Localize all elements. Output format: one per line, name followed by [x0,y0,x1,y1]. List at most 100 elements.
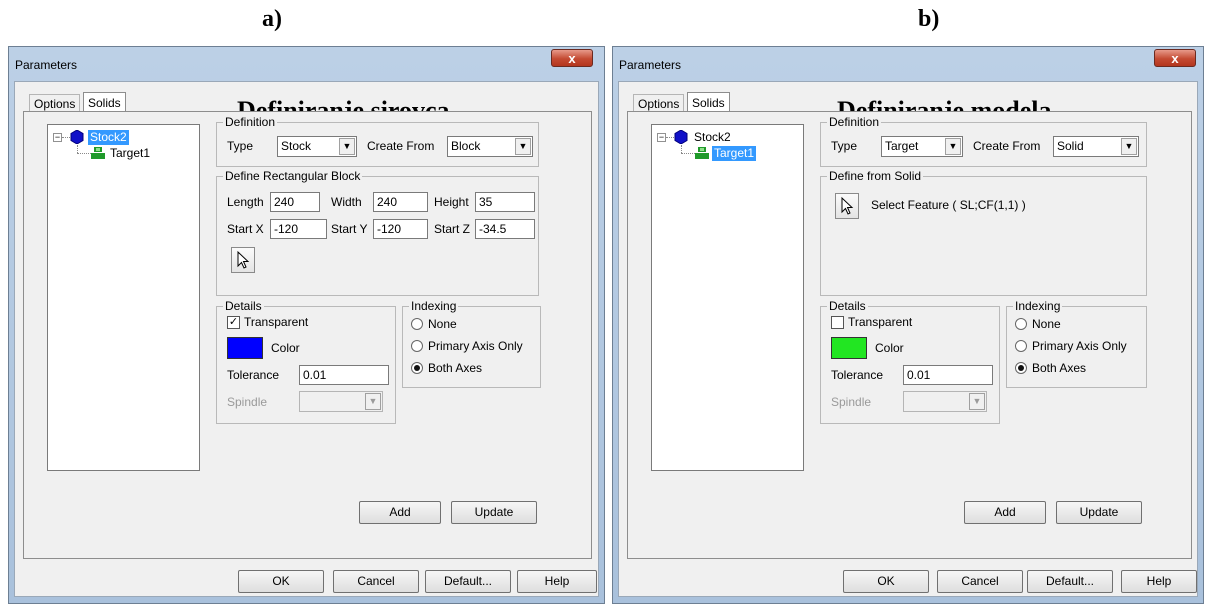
transparent-checkbox[interactable] [831,316,844,329]
radio-none-label: None [428,317,457,331]
height-input[interactable]: 35 [475,192,535,212]
update-button[interactable]: Update [451,501,537,524]
help-button[interactable]: Help [517,570,597,593]
details-group-label: Details [827,299,868,313]
radio-both-axes-label: Both Axes [1032,361,1087,375]
tree-node-target1[interactable]: Target1 [108,146,152,161]
help-button[interactable]: Help [1121,570,1197,593]
start-z-input[interactable]: -34.5 [475,219,535,239]
select-pointer-button[interactable] [231,247,255,273]
add-button[interactable]: Add [964,501,1046,524]
stock-solid-icon [674,130,688,144]
select-feature-button[interactable] [835,193,859,219]
tree-line [77,153,91,154]
color-label: Color [271,341,300,355]
indexing-group-label: Indexing [409,299,459,313]
create-from-select[interactable]: Solid ▼ [1053,136,1139,157]
radio-none[interactable] [1015,318,1027,330]
radio-none-label: None [1032,317,1061,331]
tab-solids[interactable]: Solids [687,92,730,112]
tree-node-target1[interactable]: Target1 [712,146,757,161]
details-group: Details Transparent Color Tolerance 0.01… [820,299,1000,424]
solids-panel: − Stock2 Target1 Definition Type Target … [627,111,1192,559]
close-button[interactable]: x [551,49,593,67]
details-group: Details ✓ Transparent Color Tolerance 0.… [216,299,396,424]
radio-primary-axis-only[interactable] [411,340,423,352]
define-from-solid-group: Define from Solid Select Feature ( SL;CF… [820,169,1147,296]
title-bar[interactable]: Parameters x [613,47,1203,81]
default-button[interactable]: Default... [1027,570,1113,593]
tree-line [62,137,70,138]
cancel-button[interactable]: Cancel [937,570,1023,593]
start-y-label: Start Y [331,222,368,236]
create-from-label: Create From [973,139,1041,153]
type-value: Stock [281,139,312,153]
close-button[interactable]: x [1154,49,1196,67]
radio-both-axes-label: Both Axes [428,361,483,375]
type-label: Type [227,139,254,153]
radio-primary-axis-only-label: Primary Axis Only [1032,339,1127,353]
window-title: Parameters [15,58,78,72]
start-x-input[interactable]: -120 [270,219,327,239]
spindle-select[interactable]: ▼ [299,391,383,412]
create-from-select[interactable]: Block ▼ [447,136,533,157]
definition-group-label: Definition [827,115,882,129]
cursor-arrow-icon [237,250,250,269]
collapse-icon[interactable]: − [53,133,62,142]
create-from-value: Block [451,139,481,153]
cancel-button[interactable]: Cancel [333,570,419,593]
block-group-label: Define Rectangular Block [223,169,363,183]
collapse-icon[interactable]: − [657,133,666,142]
chevron-down-icon: ▼ [365,393,381,410]
tolerance-input[interactable]: 0.01 [299,365,389,385]
color-label: Color [875,341,904,355]
parameters-dialog-b: Parameters x Options Solids Definiranje … [612,46,1204,604]
definition-group: Definition Type Target ▼ Create From Sol… [820,115,1147,167]
add-button[interactable]: Add [359,501,441,524]
window-title: Parameters [619,58,682,72]
solid-group-label: Define from Solid [827,169,924,183]
width-input[interactable]: 240 [373,192,428,212]
radio-none[interactable] [411,318,423,330]
radio-both-axes[interactable] [411,362,423,374]
spindle-select[interactable]: ▼ [903,391,987,412]
tab-solids[interactable]: Solids [83,92,126,112]
tree-line [666,137,674,138]
default-button[interactable]: Default... [425,570,511,593]
radio-primary-axis-only[interactable] [1015,340,1027,352]
tolerance-label: Tolerance [831,368,884,382]
tolerance-input[interactable]: 0.01 [903,365,993,385]
title-bar[interactable]: Parameters x [9,47,604,81]
select-feature-label: Select Feature ( SL;CF(1,1) ) [871,198,1026,212]
color-swatch[interactable] [831,337,867,359]
start-x-label: Start X [227,222,264,236]
close-icon: x [568,51,576,66]
dialog-client: Options Solids Definiranje modela − Stoc… [618,81,1198,597]
tab-options[interactable]: Options [633,94,685,112]
tab-options[interactable]: Options [29,94,81,112]
transparent-checkbox[interactable]: ✓ [227,316,240,329]
create-from-label: Create From [367,139,435,153]
length-input[interactable]: 240 [270,192,320,212]
close-icon: x [1171,51,1179,66]
radio-both-axes[interactable] [1015,362,1027,374]
tree-node-stock2[interactable]: Stock2 [88,130,129,145]
length-label: Length [227,195,264,209]
type-select[interactable]: Target ▼ [881,136,963,157]
type-select[interactable]: Stock ▼ [277,136,357,157]
update-button[interactable]: Update [1056,501,1142,524]
dialog-client: Options Solids Definiranje sirovca − Sto… [14,81,599,597]
ok-button[interactable]: OK [843,570,929,593]
radio-primary-axis-only-label: Primary Axis Only [428,339,523,353]
start-y-input[interactable]: -120 [373,219,428,239]
chevron-down-icon: ▼ [969,393,985,410]
chevron-down-icon: ▼ [515,138,531,155]
ok-button[interactable]: OK [238,570,324,593]
cursor-arrow-icon [841,196,854,215]
color-swatch[interactable] [227,337,263,359]
tree-node-stock2[interactable]: Stock2 [692,130,733,145]
definition-group: Definition Type Stock ▼ Create From Bloc… [216,115,539,167]
solids-tree[interactable]: − Stock2 Target1 [651,124,804,471]
solids-tree[interactable]: − Stock2 Target1 [47,124,200,471]
spindle-label: Spindle [831,395,872,409]
